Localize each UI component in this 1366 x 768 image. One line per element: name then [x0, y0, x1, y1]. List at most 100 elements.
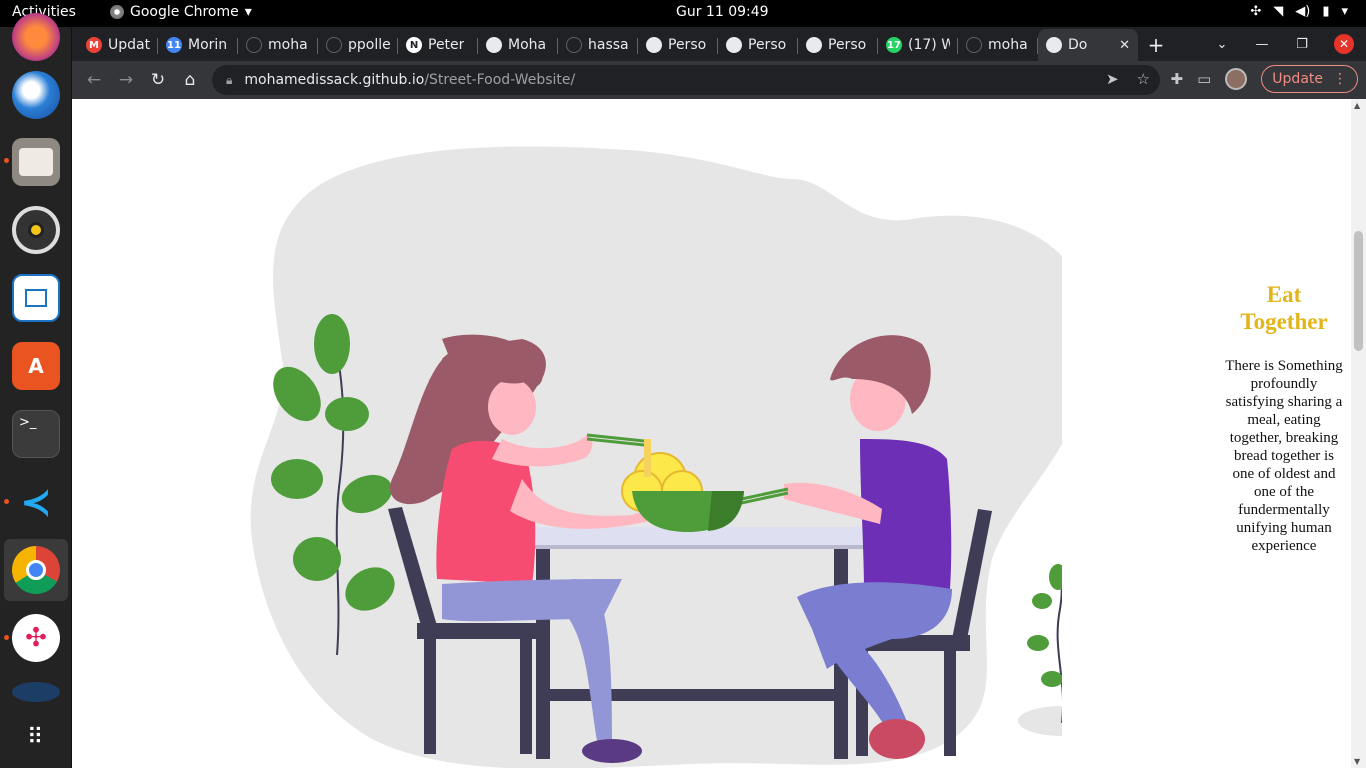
profile-avatar[interactable] — [1225, 68, 1248, 90]
browser-tab[interactable]: 11 Morin — [158, 29, 238, 61]
browser-window: M Updat 11 Morin moha ppolle N Peter Moha hassa Pe… — [72, 27, 1366, 768]
tab-label: moha — [268, 37, 308, 53]
browser-tab[interactable]: Perso — [718, 29, 798, 61]
lock-icon[interactable]: 🔒︎ — [226, 73, 232, 88]
chrome-dock-icon[interactable] — [12, 546, 60, 594]
update-button[interactable]: Update ⋮ — [1261, 65, 1358, 93]
globe-icon — [486, 37, 502, 53]
files-icon[interactable] — [12, 138, 60, 186]
slack-icon[interactable]: ✣ — [12, 614, 60, 662]
scrollbar-thumb[interactable] — [1354, 231, 1363, 351]
close-window-button[interactable]: ✕ — [1334, 34, 1354, 54]
reload-icon[interactable]: ↻ — [142, 70, 174, 90]
section-title: Eat Together — [1240, 282, 1328, 334]
firefox-icon[interactable] — [12, 13, 60, 61]
kebab-menu-icon: ⋮ — [1333, 71, 1347, 87]
globe-icon — [1046, 37, 1062, 53]
clock[interactable]: Gur 11 09:49 — [676, 4, 769, 20]
slack-tray-icon[interactable]: ✣ — [1250, 4, 1261, 19]
browser-tab[interactable]: N Peter — [398, 29, 478, 61]
extensions-icon[interactable]: ✚ — [1171, 70, 1184, 88]
home-icon[interactable]: ⌂ — [174, 70, 206, 90]
app-menu-label: Google Chrome — [130, 4, 239, 20]
chevron-down-icon: ▾ — [244, 4, 252, 20]
globe-icon — [726, 37, 742, 53]
page-scrollbar[interactable]: ▲ ▼ — [1351, 99, 1366, 768]
wifi-icon[interactable]: ◥ — [1273, 4, 1283, 19]
tab-search-icon[interactable]: ⌄ — [1202, 37, 1242, 52]
chrome-icon — [110, 5, 124, 19]
tab-label: moha — [988, 37, 1028, 53]
whatsapp-icon: 17 — [886, 37, 902, 53]
running-indicator — [4, 499, 9, 504]
active-browser-tab[interactable]: Do ✕ — [1038, 29, 1138, 61]
system-top-bar: Activities Google Chrome ▾ Gur 11 09:49 … — [0, 0, 1366, 27]
browser-tab[interactable]: M Updat — [78, 29, 158, 61]
scroll-down-arrow[interactable]: ▼ — [1354, 757, 1360, 766]
software-center-icon[interactable]: A — [12, 342, 60, 390]
github-icon — [326, 37, 342, 53]
calendar-icon: 11 — [166, 37, 182, 53]
section-body: There is Something profoundly satisfying… — [1225, 358, 1343, 554]
partial-app-icon[interactable] — [12, 682, 60, 702]
browser-tab[interactable]: Moha — [478, 29, 558, 61]
eat-together-illustration — [250, 146, 1062, 768]
feature-text-block: Eat Together There is Something profound… — [1222, 281, 1346, 555]
github-icon — [246, 37, 262, 53]
cast-icon[interactable]: ▭ — [1197, 70, 1211, 88]
update-label: Update — [1272, 71, 1323, 87]
scroll-up-arrow[interactable]: ▲ — [1354, 101, 1360, 110]
app-menu[interactable]: Google Chrome ▾ — [110, 4, 252, 20]
vscode-icon[interactable]: ≺ — [12, 478, 60, 526]
back-icon[interactable]: ← — [78, 70, 110, 90]
browser-tab[interactable]: hassa — [558, 29, 638, 61]
tab-label: Peter — [428, 37, 465, 53]
show-applications-icon[interactable]: ⠿ — [12, 713, 60, 761]
browser-tab[interactable]: ppolle — [318, 29, 398, 61]
url-path: /Street-Food-Website/ — [424, 72, 576, 88]
forward-icon[interactable]: → — [110, 70, 142, 90]
thunderbird-icon[interactable] — [12, 71, 60, 119]
terminal-icon[interactable]: >_ — [12, 410, 60, 458]
browser-tab[interactable]: moha — [958, 29, 1038, 61]
power-menu-icon[interactable]: ▾ — [1341, 4, 1348, 19]
tab-label: Perso — [748, 37, 787, 53]
browser-tab[interactable]: 17 (17) W — [878, 29, 958, 61]
bookmark-star-icon[interactable]: ☆ — [1137, 70, 1150, 88]
tab-strip: M Updat 11 Morin moha ppolle N Peter Moha hassa Pe… — [72, 27, 1366, 61]
browser-tab[interactable]: Perso — [638, 29, 718, 61]
close-tab-icon[interactable]: ✕ — [1119, 38, 1130, 53]
writer-icon[interactable] — [12, 274, 60, 322]
notion-icon: N — [406, 37, 422, 53]
browser-toolbar: ← → ↻ ⌂ 🔒︎ mohamedissack.github.io/Stree… — [72, 61, 1366, 99]
github-icon — [566, 37, 582, 53]
battery-icon[interactable]: ▮ — [1322, 4, 1329, 19]
tab-label: Morin — [188, 37, 228, 53]
tab-label: hassa — [588, 37, 629, 53]
plant-right — [1018, 563, 1062, 736]
globe-icon — [646, 37, 662, 53]
rhythmbox-icon[interactable] — [12, 206, 60, 254]
tab-label: Perso — [828, 37, 867, 53]
browser-tab[interactable]: moha — [238, 29, 318, 61]
maximize-button[interactable]: ❐ — [1282, 37, 1322, 52]
running-indicator — [4, 635, 9, 640]
new-tab-button[interactable]: + — [1138, 29, 1174, 61]
send-icon[interactable]: ➤ — [1106, 70, 1119, 88]
minimize-button[interactable]: — — [1242, 37, 1282, 52]
tab-label: (17) W — [908, 37, 950, 53]
volume-icon[interactable]: ◀) — [1295, 4, 1310, 19]
address-bar[interactable]: 🔒︎ mohamedissack.github.io/Street-Food-W… — [212, 65, 1160, 95]
gmail-icon: M — [86, 37, 102, 53]
tab-label: ppolle — [348, 37, 390, 53]
page-viewport: Eat Together There is Something profound… — [72, 99, 1366, 768]
browser-tab[interactable]: Perso — [798, 29, 878, 61]
tab-label: Updat — [108, 37, 150, 53]
tab-label: Perso — [668, 37, 707, 53]
dock: A >_ ≺ ✣ ⠿ — [0, 13, 72, 768]
window-controls: ⌄ — ❐ ✕ — [1202, 27, 1366, 61]
system-tray[interactable]: ✣ ◥ ◀) ▮ ▾ — [1250, 4, 1348, 19]
github-icon — [966, 37, 982, 53]
tab-label: Do — [1068, 37, 1088, 53]
tab-label: Moha — [508, 37, 547, 53]
